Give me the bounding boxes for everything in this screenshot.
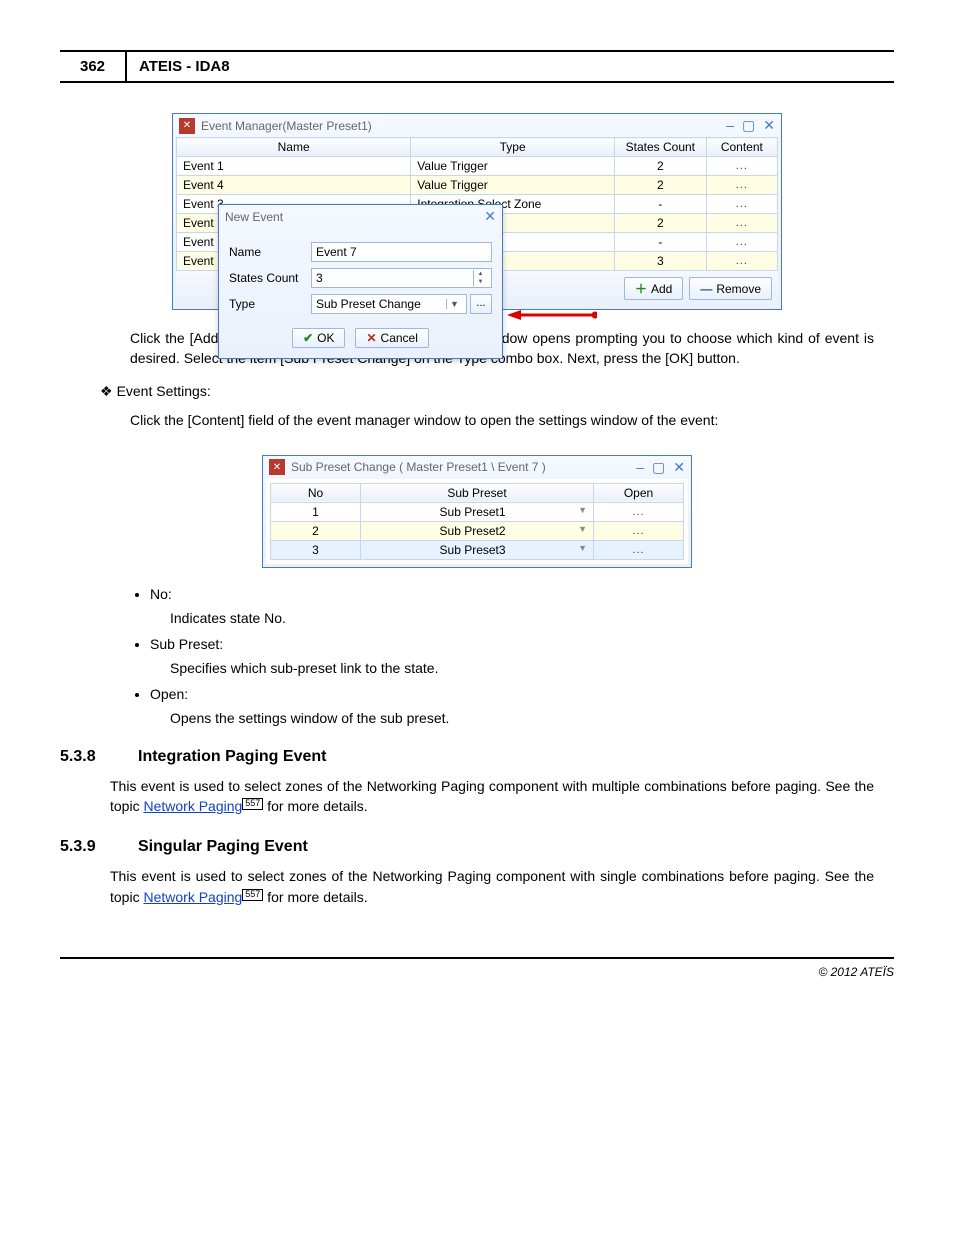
type-combo[interactable]: Sub Preset Change ▼: [311, 294, 467, 314]
section-title: Integration Paging Event: [138, 748, 326, 766]
table-row[interactable]: Event 4 Value Trigger 2 ...: [177, 176, 778, 195]
name-label: Name: [229, 245, 311, 259]
maximize-icon[interactable]: ▢: [742, 117, 755, 134]
sub-preset-window: ✕ Sub Preset Change ( Master Preset1 \ E…: [262, 455, 692, 568]
table-row[interactable]: Event 1 Value Trigger 2 ...: [177, 157, 778, 176]
window-title: Sub Preset Change ( Master Preset1 \ Eve…: [291, 460, 546, 474]
remove-button[interactable]: — Remove: [689, 277, 772, 300]
app-icon: ✕: [179, 118, 195, 134]
page-number: 362: [60, 52, 127, 81]
col-content[interactable]: Content: [706, 138, 777, 157]
page-ref: 557: [242, 798, 263, 810]
section-paragraph: This event is used to select zones of th…: [110, 776, 874, 817]
content-button[interactable]: ...: [706, 176, 777, 195]
section-heading: 5.3.9 Singular Paging Event: [60, 838, 894, 856]
type-browse-button[interactable]: ...: [470, 294, 492, 314]
minus-icon: —: [700, 282, 712, 296]
popup-title: New Event: [225, 210, 283, 224]
section-number: 5.3.9: [60, 838, 120, 856]
minimize-icon[interactable]: –: [636, 459, 644, 476]
section-number: 5.3.8: [60, 748, 120, 766]
open-button[interactable]: ...: [594, 521, 684, 540]
table-row[interactable]: 1 Sub Preset1 ▼ ...: [271, 502, 684, 521]
app-icon: ✕: [269, 459, 285, 475]
event-manager-window: ✕ Event Manager(Master Preset1) – ▢ ✕ Na…: [172, 113, 782, 310]
page-ref: 557: [242, 889, 263, 901]
close-icon[interactable]: ✕: [673, 459, 685, 476]
chevron-down-icon[interactable]: ▼: [578, 543, 587, 553]
def-text: Opens the settings window of the sub pre…: [170, 710, 894, 726]
network-paging-link[interactable]: Network Paging: [143, 889, 242, 905]
def-text: Specifies which sub-preset link to the s…: [170, 660, 894, 676]
ok-button[interactable]: ✔ OK: [292, 328, 345, 348]
cancel-button[interactable]: ✕ Cancel: [355, 328, 428, 348]
col-name[interactable]: Name: [177, 138, 411, 157]
window-title: Event Manager(Master Preset1): [201, 119, 372, 133]
x-icon: ✕: [366, 331, 376, 345]
spinner-icon[interactable]: ▲▼: [473, 270, 487, 286]
content-button[interactable]: ...: [706, 252, 777, 271]
col-states[interactable]: States Count: [615, 138, 707, 157]
body-paragraph: Click the [Content] field of the event m…: [130, 410, 874, 430]
network-paging-link[interactable]: Network Paging: [143, 798, 242, 814]
col-type[interactable]: Type: [411, 138, 615, 157]
chevron-down-icon[interactable]: ▼: [446, 299, 462, 309]
def-term: Open:: [150, 686, 188, 702]
page-header: 362 ATEIS - IDA8: [60, 50, 894, 83]
new-event-popup: New Event ✕ Name Event 7 States Count 3 …: [218, 204, 503, 359]
chevron-down-icon[interactable]: ▼: [578, 505, 587, 515]
table-row[interactable]: 2 Sub Preset2 ▼ ...: [271, 521, 684, 540]
maximize-icon[interactable]: ▢: [652, 459, 665, 476]
col-open[interactable]: Open: [594, 483, 684, 502]
chevron-down-icon[interactable]: ▼: [578, 524, 587, 534]
plus-icon: ＋: [635, 280, 647, 297]
type-label: Type: [229, 297, 311, 311]
def-text: Indicates state No.: [170, 610, 894, 626]
states-label: States Count: [229, 271, 311, 285]
states-field[interactable]: 3 ▲▼: [311, 268, 492, 288]
event-settings-heading: ❖Event Settings:: [100, 383, 894, 400]
close-icon[interactable]: ✕: [484, 208, 496, 225]
col-sub[interactable]: Sub Preset: [361, 483, 594, 502]
close-icon[interactable]: ✕: [763, 117, 775, 134]
header-title: ATEIS - IDA8: [127, 52, 242, 81]
table-row[interactable]: 3 Sub Preset3 ▼ ...: [271, 540, 684, 559]
definition-list: No: Indicates state No. Sub Preset: Spec…: [150, 586, 894, 726]
def-term: Sub Preset:: [150, 636, 223, 652]
add-button[interactable]: ＋ Add: [624, 277, 683, 300]
content-button[interactable]: ...: [706, 157, 777, 176]
diamond-icon: ❖: [100, 383, 113, 399]
arrow-annotation: [507, 308, 597, 322]
content-button[interactable]: ...: [706, 195, 777, 214]
section-title: Singular Paging Event: [138, 838, 308, 856]
sub-preset-table: No Sub Preset Open 1 Sub Preset1 ▼ ... 2…: [270, 483, 684, 560]
section-heading: 5.3.8 Integration Paging Event: [60, 748, 894, 766]
content-button[interactable]: ...: [706, 233, 777, 252]
content-button[interactable]: ...: [706, 214, 777, 233]
col-no[interactable]: No: [271, 483, 361, 502]
section-paragraph: This event is used to select zones of th…: [110, 866, 874, 907]
page-footer: © 2012 ATEÏS: [60, 957, 894, 979]
open-button[interactable]: ...: [594, 502, 684, 521]
check-icon: ✔: [303, 331, 313, 345]
minimize-icon[interactable]: –: [726, 117, 734, 134]
def-term: No:: [150, 586, 172, 602]
open-button[interactable]: ...: [594, 540, 684, 559]
name-field[interactable]: Event 7: [311, 242, 492, 262]
